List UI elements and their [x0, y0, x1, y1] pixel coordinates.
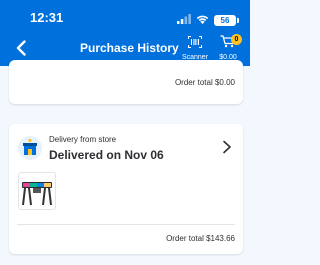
wifi-icon — [196, 11, 209, 29]
status-icons: 56 — [177, 11, 239, 29]
divider — [17, 224, 235, 225]
order-card[interactable]: Order total $0.00 — [9, 60, 243, 104]
signal-icon — [177, 11, 191, 29]
back-button[interactable] — [10, 37, 32, 59]
store-icon — [18, 136, 42, 160]
gaming-desk-image — [22, 182, 52, 206]
delivery-status: Delivered on Nov 06 — [49, 148, 164, 162]
order-total: Order total $143.66 — [166, 234, 235, 243]
fulfillment-type: Delivery from store — [49, 135, 117, 144]
app-header: 12:31 56 Purchase History Scanner 0 $0.0… — [0, 0, 250, 66]
status-time: 12:31 — [30, 10, 64, 25]
cart-count-badge: 0 — [231, 34, 242, 45]
back-arrow-icon — [16, 40, 26, 56]
chevron-right-icon[interactable] — [221, 140, 233, 154]
status-bar: 12:31 56 — [0, 0, 250, 34]
product-thumbnail[interactable] — [18, 172, 56, 210]
page-title: Purchase History — [80, 41, 179, 55]
barcode-scanner-icon — [188, 36, 202, 48]
order-total: Order total $0.00 — [174, 78, 235, 87]
battery-icon: 56 — [214, 14, 239, 26]
order-card[interactable]: Delivery from store Delivered on Nov 06 … — [9, 124, 243, 254]
